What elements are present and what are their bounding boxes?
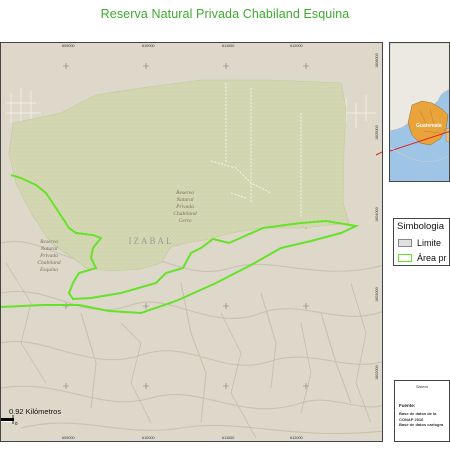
reserve-esquina-line-2: Natural [39,246,58,252]
locator-inset-map[interactable]: Guatemala [389,42,450,182]
reserve-cerro-line-2: Natural [175,197,194,203]
info-system-label: Sistem [415,384,429,389]
main-map[interactable]: Reserva Natural Privada Chabiland Esquin… [0,42,383,442]
grid-label-right-5: 1602000 [375,365,379,380]
legend: Simbologia Limite Área pr [393,218,450,266]
grid-label-top-3: 611000 [222,44,235,48]
legend-item-limite: Limite [398,237,441,249]
source-info-box: Sistem Fuente: Base de datos de la CONAP… [394,380,450,442]
legend-title: Simbologia [397,221,444,232]
grid-label-top-4: 612000 [290,44,303,48]
grid-label-bottom-2: 610000 [142,436,155,440]
reserve-cerro-line-3: Privada [175,204,194,210]
reserve-esquina-line-4: Chabiland [37,260,60,266]
grid-label-top-2: 610000 [142,44,155,48]
reserve-cerro-line-5: Cerro [179,218,192,224]
legend-item-area: Área pr [398,252,447,264]
info-line-1: Base de datos de la [399,411,437,416]
grid-label-right-2: 1605000 [375,125,379,140]
department-label: IZABAL [129,236,174,246]
reserve-esquina-line-5: Esquina [39,267,58,273]
reserve-cerro-line-1: Reserva [175,190,194,196]
map-canvas: Reserva Natural Privada Chabiland Esquin… [1,43,382,441]
map-title: Reserva Natural Privada Chabiland Esquin… [100,7,350,21]
inset-country-label: Guatemala [416,123,442,129]
legend-swatch-area [398,254,412,262]
info-line-3: Base de datos cartogra [399,422,444,427]
grid-label-right-1: 1606000 [375,53,379,68]
grid-label-top-1: 609000 [62,44,75,48]
legend-swatch-limite [398,239,412,247]
grid-label-bottom-1: 609000 [62,436,75,440]
reserve-esquina-line-1: Reserva [39,239,58,245]
info-fuente-label: Fuente: [399,403,416,408]
reserve-cerro-line-4: Chabiland [173,211,196,217]
legend-label-limite: Limite [417,238,442,248]
grid-label-bottom-3: 611000 [222,436,235,440]
grid-label-right-3: 1604000 [375,207,379,222]
reserve-esquina-line-3: Privada [39,253,58,259]
grid-label-bottom-4: 612000 [290,436,303,440]
inset-canvas: Guatemala [390,43,449,181]
legend-label-area: Área pr [417,253,447,263]
scale-bar-label: 0.92 Kilómetros [9,407,62,416]
grid-label-right-4: 1603000 [375,287,379,302]
